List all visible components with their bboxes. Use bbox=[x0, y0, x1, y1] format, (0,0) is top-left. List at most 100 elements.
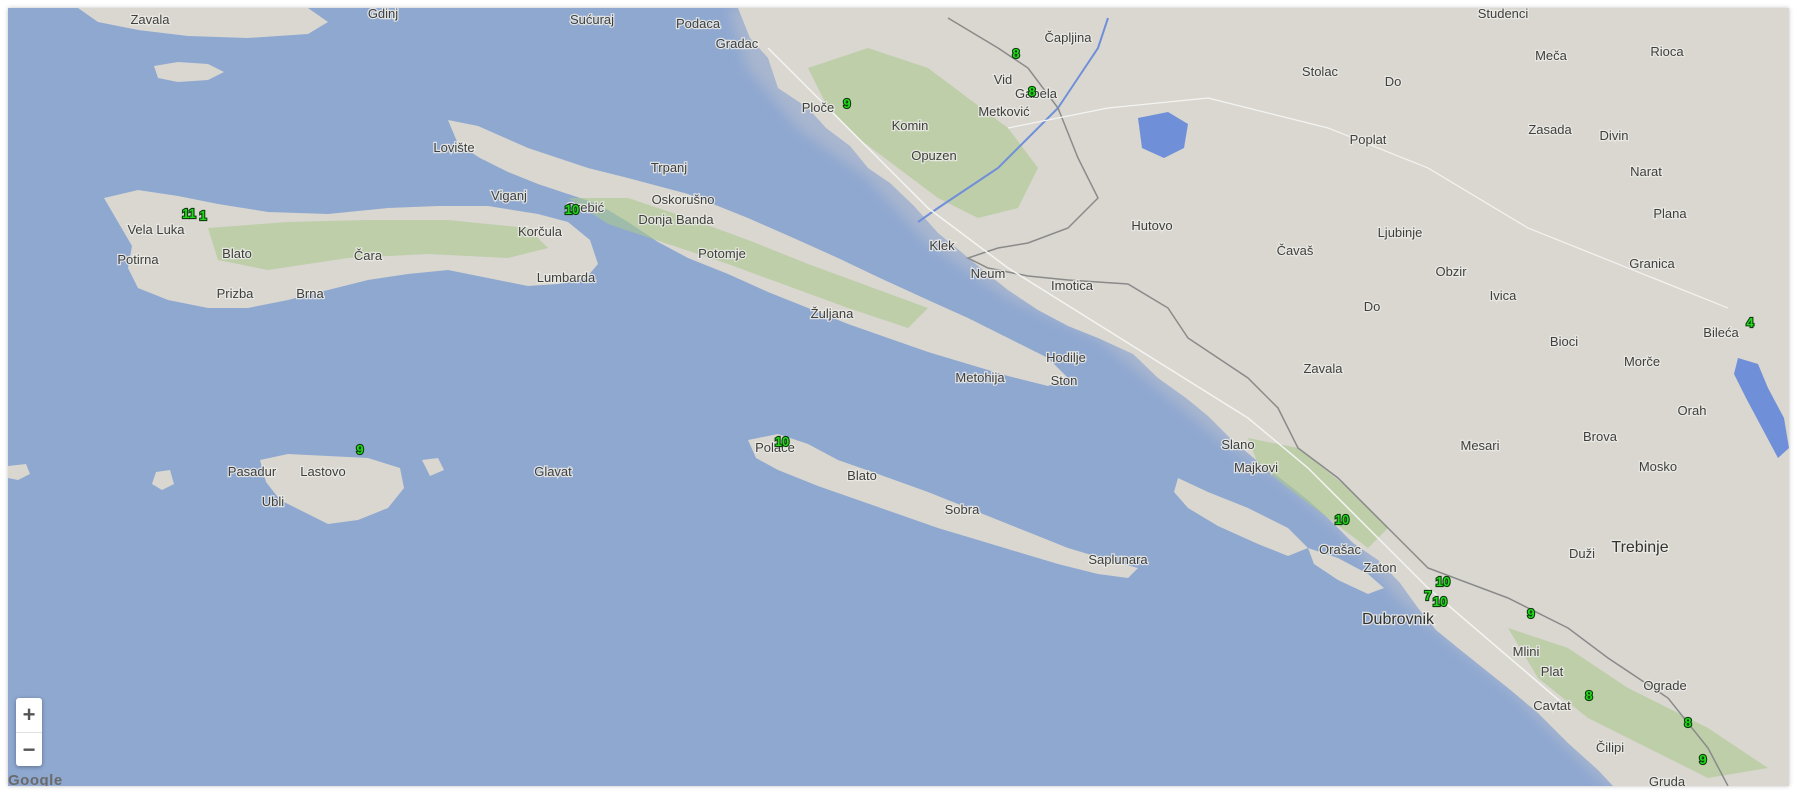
place-label-korcula: Korčula bbox=[518, 224, 563, 239]
place-label-vela-luka: Vela Luka bbox=[127, 222, 185, 237]
place-label-rioca: Rioca bbox=[1650, 44, 1684, 59]
map-canvas[interactable]: Zavala Gdinj Sućuraj Podaca Gradac Čapljina St… bbox=[8, 8, 1789, 786]
place-label-lumbarda: Lumbarda bbox=[537, 270, 596, 285]
place-label-trebinje: Trebinje bbox=[1611, 539, 1668, 556]
place-label-stolac: Stolac bbox=[1302, 64, 1339, 79]
place-label-obzir: Obzir bbox=[1435, 264, 1467, 279]
map-marker-mlini[interactable]: 9 bbox=[1526, 605, 1535, 622]
place-label-glavat: Glavat bbox=[534, 464, 572, 479]
place-label-narat: Narat bbox=[1630, 164, 1662, 179]
place-label-zasada: Zasada bbox=[1528, 122, 1572, 137]
place-label-sucuraj: Sućuraj bbox=[570, 12, 614, 27]
place-label-brova: Brova bbox=[1583, 429, 1618, 444]
place-label-cara: Čara bbox=[354, 248, 383, 263]
place-label-slano: Slano bbox=[1221, 437, 1254, 452]
map-marker-vid[interactable]: 8 bbox=[1011, 45, 1020, 62]
map-marker-cavtat[interactable]: 8 bbox=[1584, 687, 1593, 704]
place-label-gabela: Gabela bbox=[1015, 86, 1058, 101]
place-label-poplat: Poplat bbox=[1350, 132, 1387, 147]
place-label-vid: Vid bbox=[994, 72, 1013, 87]
place-label-viganj: Viganj bbox=[491, 188, 527, 203]
map-marker-bileca[interactable]: 4 bbox=[1745, 314, 1755, 331]
place-label-brna: Brna bbox=[296, 286, 324, 301]
place-label-podaca: Podaca bbox=[676, 16, 721, 31]
place-label-ograde: Ograde bbox=[1643, 678, 1686, 693]
place-label-komin: Komin bbox=[892, 118, 929, 133]
place-label-hutovo: Hutovo bbox=[1131, 218, 1172, 233]
place-label-trpanj: Trpanj bbox=[651, 160, 687, 175]
place-label-plat: Plat bbox=[1541, 664, 1564, 679]
place-label-pasadur: Pasadur bbox=[228, 464, 277, 479]
map-marker-dubrovnik-1[interactable]: 10 bbox=[1435, 573, 1452, 590]
place-label-hodilje: Hodilje bbox=[1046, 350, 1086, 365]
place-label-zaton: Zaton bbox=[1363, 560, 1396, 575]
place-label-metohija: Metohija bbox=[955, 370, 1005, 385]
place-label-do-s: Do bbox=[1364, 299, 1381, 314]
place-label-blato-m: Blato bbox=[847, 468, 877, 483]
place-label-capljina: Čapljina bbox=[1045, 30, 1093, 45]
place-label-granica: Granica bbox=[1629, 256, 1675, 271]
map-marker-metkovic[interactable]: 8 bbox=[1027, 83, 1036, 100]
place-label-duzi: Duži bbox=[1569, 546, 1595, 561]
place-label-loviste: Lovište bbox=[433, 140, 474, 155]
place-label-donja-banda: Donja Banda bbox=[638, 212, 714, 227]
place-label-saplunara: Saplunara bbox=[1088, 552, 1148, 567]
place-label-ubli: Ubli bbox=[262, 494, 285, 509]
place-label-cavas: Čavaš bbox=[1277, 243, 1314, 258]
place-label-mosko: Mosko bbox=[1639, 459, 1677, 474]
place-label-prizba: Prizba bbox=[217, 286, 255, 301]
place-label-zuljana: Žuljana bbox=[811, 306, 854, 321]
place-label-morce: Morče bbox=[1624, 354, 1660, 369]
place-label-sobra: Sobra bbox=[945, 502, 980, 517]
place-label-majkovi: Majkovi bbox=[1234, 460, 1278, 475]
zoom-in-button[interactable]: + bbox=[16, 698, 42, 732]
map-marker-cilipi[interactable]: 8 bbox=[1683, 714, 1692, 731]
place-label-metkovic: Metković bbox=[978, 104, 1030, 119]
google-logo: Google bbox=[8, 772, 63, 786]
place-label-imotica: Imotica bbox=[1051, 278, 1094, 293]
place-label-ploce: Ploče bbox=[802, 100, 835, 115]
place-label-do-n: Do bbox=[1385, 74, 1402, 89]
place-label-bileca: Bileća bbox=[1703, 325, 1739, 340]
place-label-divin: Divin bbox=[1600, 128, 1629, 143]
place-label-gruda: Gruda bbox=[1649, 774, 1686, 786]
place-label-gdinj: Gdinj bbox=[368, 8, 398, 21]
map-marker-dubrovnik-3[interactable]: 10 bbox=[1432, 593, 1449, 610]
map-marker-vela-luka-1[interactable]: 11 bbox=[181, 205, 197, 222]
place-label-ivica: Ivica bbox=[1490, 288, 1518, 303]
place-label-meca: Meča bbox=[1535, 48, 1568, 63]
place-label-ston: Ston bbox=[1051, 373, 1078, 388]
place-label-oskorusno: Oskorušno bbox=[652, 192, 715, 207]
place-label-mlini: Mlini bbox=[1513, 644, 1540, 659]
zoom-control: + − bbox=[16, 698, 42, 766]
place-label-neum: Neum bbox=[971, 266, 1006, 281]
map-marker-orasac[interactable]: 10 bbox=[1334, 511, 1351, 528]
place-label-dubrovnik: Dubrovnik bbox=[1362, 611, 1435, 628]
place-label-ljubinje: Ljubinje bbox=[1378, 225, 1423, 240]
place-label-zavala-n: Zavala bbox=[130, 12, 170, 27]
map-marker-vela-luka-2[interactable]: 1 bbox=[198, 207, 207, 224]
place-label-bioci: Bioci bbox=[1550, 334, 1578, 349]
place-label-gradac: Gradac bbox=[716, 36, 759, 51]
zoom-out-button[interactable]: − bbox=[16, 732, 42, 766]
place-label-lastovo: Lastovo bbox=[300, 464, 346, 479]
place-label-orah: Orah bbox=[1678, 403, 1707, 418]
place-label-cavtat: Cavtat bbox=[1533, 698, 1571, 713]
place-label-opuzen: Opuzen bbox=[911, 148, 957, 163]
place-label-mesari: Mesari bbox=[1460, 438, 1499, 453]
map-marker-lastovo[interactable]: 9 bbox=[355, 441, 364, 458]
place-label-potomje: Potomje bbox=[698, 246, 746, 261]
map-marker-ploce[interactable]: 9 bbox=[842, 95, 851, 112]
place-label-cilipi: Čilipi bbox=[1596, 740, 1624, 755]
place-label-studenci: Studenci bbox=[1478, 8, 1529, 21]
map-marker-dubrovnik-2[interactable]: 7 bbox=[1423, 587, 1432, 604]
map-container[interactable]: Zavala Gdinj Sućuraj Podaca Gradac Čapljina St… bbox=[8, 8, 1789, 786]
place-label-potirna: Potirna bbox=[117, 252, 159, 267]
place-label-zavala-s: Zavala bbox=[1303, 361, 1343, 376]
place-label-plana: Plana bbox=[1653, 206, 1687, 221]
map-marker-gruda[interactable]: 9 bbox=[1698, 751, 1707, 768]
place-label-blato-k: Blato bbox=[222, 246, 252, 261]
place-label-orasac: Orašac bbox=[1319, 542, 1361, 557]
map-marker-korcula[interactable]: 10 bbox=[564, 201, 581, 218]
map-marker-polace[interactable]: 10 bbox=[774, 433, 791, 450]
